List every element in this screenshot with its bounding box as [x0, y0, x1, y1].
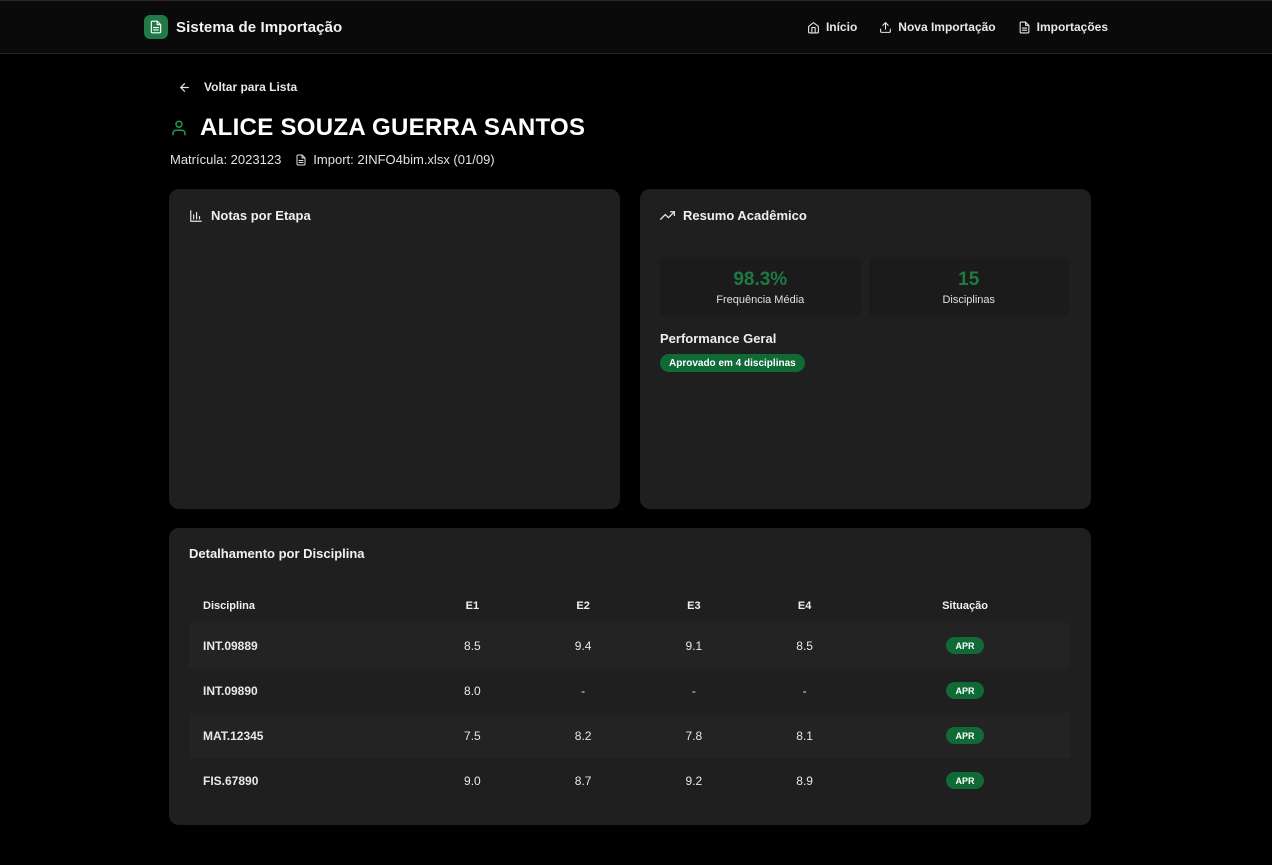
resumo-academico-card: Resumo Acadêmico 98.3% Frequência Média …: [640, 189, 1091, 509]
top-navbar: Sistema de Importação Início Nova Import…: [0, 0, 1272, 54]
card-title: Detalhamento por Disciplina: [189, 546, 365, 561]
file-text-icon: [144, 15, 168, 39]
home-icon: [808, 21, 819, 33]
app-title: Sistema de Importação: [176, 18, 343, 36]
card-title-text: Detalhamento por Disciplina: [189, 546, 365, 561]
card-title-text: Notas por Etapa: [211, 208, 311, 223]
status-badge: APR: [946, 772, 984, 789]
cell-e2: 8.7: [574, 773, 592, 788]
cell-e3: 7.8: [638, 713, 750, 758]
nav-item-label: Nova Importação: [898, 20, 996, 34]
table-header-row: Disciplina E1 E2 E3 E4 Situação: [189, 588, 1070, 623]
performance-badge: Aprovado em 4 disciplinas: [660, 354, 805, 372]
nav-item-nova-importacao[interactable]: Nova Importação: [879, 20, 996, 34]
cell-e1: 8.5: [417, 623, 528, 668]
table-row: INT.09890 8.0 - - - APR: [189, 668, 1070, 713]
cell-e4: 8.1: [749, 713, 860, 758]
status-badge: APR: [946, 727, 984, 744]
notas-por-etapa-card: Notas por Etapa: [169, 189, 620, 509]
cell-situacao: APR: [860, 623, 1070, 668]
stat-value: 98.3%: [733, 268, 788, 290]
stat-frequencia: 98.3% Frequência Média: [660, 257, 861, 317]
brand[interactable]: Sistema de Importação: [144, 15, 342, 39]
cell-e4: 8.9: [796, 773, 813, 788]
nav-item-label: Início: [825, 20, 858, 34]
user-icon: [172, 120, 186, 136]
stats-grid: 98.3% Frequência Média 15 Disciplinas: [660, 257, 1069, 317]
card-title-text: Resumo Acadêmico: [683, 208, 807, 223]
back-to-list-link[interactable]: Voltar para Lista: [178, 80, 297, 94]
student-import: Import: 2INFO4bim.xlsx (01/09): [313, 152, 495, 167]
cell-e4: -: [802, 683, 807, 698]
student-matricula: Matrícula: 2023123: [170, 152, 282, 167]
cell-e2: 8.2: [527, 713, 639, 758]
table-row: INT.09889 8.5 9.4 9.1 8.5 APR: [189, 623, 1070, 668]
cell-e1: 9.0: [464, 773, 481, 788]
column-header: Situação: [942, 599, 988, 612]
cell-e2: 9.4: [527, 623, 639, 668]
cell-e3: 9.1: [638, 623, 750, 668]
cell-e3: -: [691, 683, 696, 698]
student-meta: Matrícula: 2023123 Import: 2INFO4bim.xls…: [170, 152, 495, 167]
cell-situacao: APR: [860, 758, 1070, 803]
card-title: Notas por Etapa: [189, 208, 311, 223]
stat-disciplinas: 15 Disciplinas: [868, 257, 1069, 317]
student-name: ALICE SOUZA GUERRA SANTOS: [200, 114, 586, 141]
student-header: ALICE SOUZA GUERRA SANTOS: [170, 114, 585, 142]
file-text-icon: [1019, 21, 1030, 33]
status-badge: APR: [946, 637, 984, 654]
column-header: E1: [465, 599, 480, 612]
main-nav: Início Nova Importação Importações: [785, 20, 1108, 34]
bar-chart-icon: [190, 209, 202, 222]
stat-value: 15: [958, 268, 980, 290]
performance-title: Performance Geral: [660, 331, 777, 346]
column-header: E4: [797, 599, 812, 612]
card-title: Resumo Acadêmico: [660, 208, 807, 223]
cell-e2: -: [581, 683, 586, 698]
nav-item-inicio[interactable]: Início: [807, 20, 857, 34]
cell-e4: 8.5: [749, 623, 860, 668]
cell-e3: 9.2: [685, 773, 703, 788]
stat-label: Disciplinas: [942, 293, 996, 306]
stat-label: Frequência Média: [716, 293, 805, 306]
cell-disciplina: INT.09890: [203, 683, 258, 698]
cell-disciplina: MAT.12345: [189, 713, 417, 758]
cell-situacao: APR: [860, 668, 1070, 713]
nav-item-importacoes[interactable]: Importações: [1018, 20, 1108, 34]
cell-e1: 7.5: [417, 713, 528, 758]
cell-e1: 8.0: [464, 683, 481, 698]
trending-up-icon: [660, 211, 675, 220]
disciplinas-table: Disciplina E1 E2 E3 E4 Situação INT.0988…: [189, 588, 1070, 803]
upload-icon: [880, 21, 892, 33]
cell-disciplina: INT.09889: [189, 623, 417, 668]
nav-item-label: Importações: [1036, 20, 1108, 34]
detalhamento-card: Detalhamento por Disciplina Disciplina E…: [169, 528, 1091, 825]
arrow-left-icon: [180, 82, 189, 92]
column-header: E2: [576, 599, 590, 612]
cell-situacao: APR: [860, 713, 1070, 758]
table-row: FIS.67890 9.0 8.7 9.2 8.9 APR: [189, 758, 1070, 803]
file-icon: [296, 154, 306, 165]
column-header: E3: [687, 599, 701, 612]
column-header: Disciplina: [203, 599, 255, 612]
cell-disciplina: FIS.67890: [203, 773, 259, 788]
table-row: MAT.12345 7.5 8.2 7.8 8.1 APR: [189, 713, 1070, 758]
status-badge: APR: [946, 682, 984, 699]
back-label: Voltar para Lista: [204, 80, 298, 94]
